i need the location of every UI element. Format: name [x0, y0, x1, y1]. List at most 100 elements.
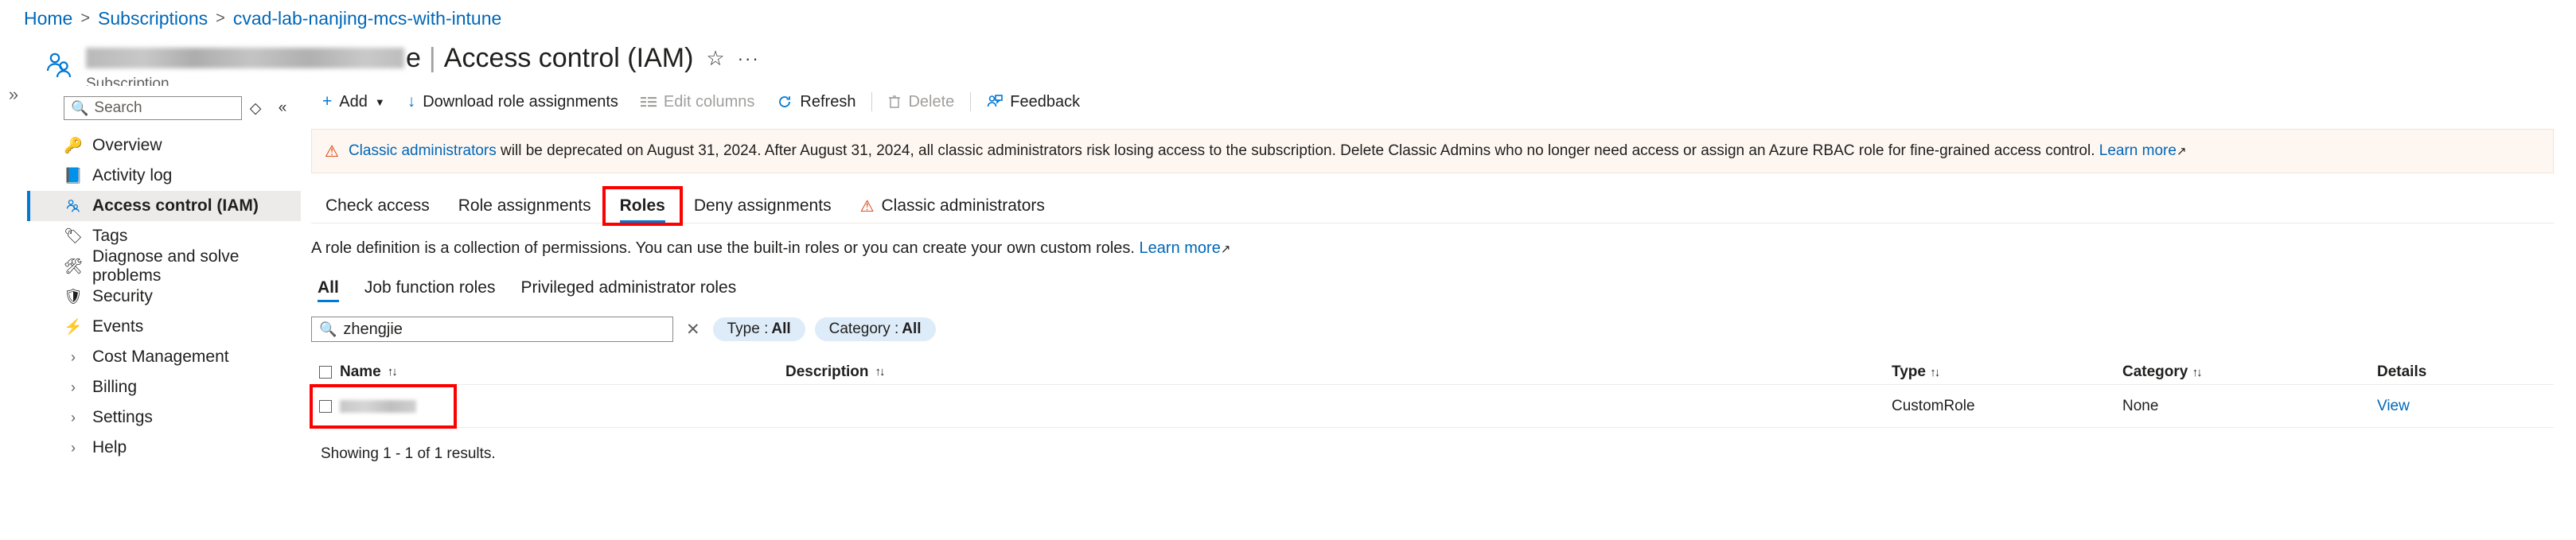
- column-header-category[interactable]: Category ↑↓: [2122, 363, 2377, 381]
- sidebar-item-label: Overview: [92, 136, 162, 155]
- access-control-icon: [64, 198, 83, 214]
- sidebar-item-label: Billing: [92, 378, 137, 397]
- chevron-right-icon: ›: [64, 410, 83, 426]
- column-header-type[interactable]: Type ↑↓: [1892, 363, 2122, 381]
- sidebar-item-overview[interactable]: 🔑 Overview: [27, 130, 301, 161]
- page-title-row: e | Access control (IAM) ☆ ···: [86, 43, 760, 74]
- command-toolbar: + Add ▼ ↓ Download role assignments: [302, 86, 2563, 118]
- sidebar-item-label: Cost Management: [92, 348, 229, 367]
- collapse-left-icon[interactable]: «: [269, 99, 296, 117]
- wrench-icon: 🛠: [64, 257, 83, 276]
- sidebar-item-billing[interactable]: › Billing: [27, 372, 301, 402]
- results-count: Showing 1 - 1 of 1 results.: [321, 445, 2554, 463]
- tab-check-access[interactable]: Check access: [311, 189, 444, 223]
- edit-columns-label: Edit columns: [664, 93, 755, 111]
- column-header-description[interactable]: Description ↑↓: [785, 363, 1892, 381]
- blade-content: + Add ▼ ↓ Download role assignments: [302, 86, 2576, 540]
- blade-titlebar: e | Access control (IAM) ☆ ··· Subscript…: [27, 37, 2576, 86]
- page-title-section: Access control (IAM): [444, 43, 694, 74]
- star-icon[interactable]: ☆: [706, 46, 724, 71]
- breadcrumb-item-subscription-name[interactable]: cvad-lab-nanjing-mcs-with-intune: [233, 8, 501, 29]
- chevron-right-icon: ›: [64, 440, 83, 456]
- redacted-subscription-name: [86, 48, 404, 68]
- cell-details: View: [2377, 398, 2520, 415]
- breadcrumb-item-subscriptions[interactable]: Subscriptions: [98, 8, 208, 29]
- portal-expand-rail[interactable]: »: [0, 37, 27, 540]
- column-header-label: Name: [340, 363, 381, 381]
- column-header-label: Details: [2377, 363, 2426, 380]
- search-icon: 🔍: [319, 321, 337, 338]
- redacted-role-name: [340, 400, 416, 413]
- activity-log-icon: 📘: [64, 166, 83, 185]
- tab-label: Role assignments: [458, 196, 591, 216]
- roles-search-input[interactable]: 🔍 zhengjie: [311, 317, 673, 342]
- sidebar-item-label: Security: [92, 287, 153, 306]
- view-role-link[interactable]: View: [2377, 398, 2410, 414]
- roles-search-value: zhengjie: [343, 321, 403, 339]
- sidebar-item-security[interactable]: 🛡 Security: [27, 282, 301, 312]
- subtab-label: Privileged administrator roles: [520, 278, 736, 297]
- sidebar-item-diagnose[interactable]: 🛠 Diagnose and solve problems: [27, 251, 301, 282]
- cell-category: None: [2122, 398, 2377, 415]
- download-button-label: Download role assignments: [423, 93, 618, 111]
- column-header-label: Description: [785, 363, 869, 381]
- subtab-privileged-administrator-roles[interactable]: Privileged administrator roles: [508, 274, 749, 302]
- page-title-separator: |: [429, 43, 436, 74]
- feedback-button[interactable]: Feedback: [976, 88, 1091, 115]
- external-link-icon: ↗: [1221, 243, 1231, 256]
- column-header-name[interactable]: Name ↑↓: [340, 363, 785, 381]
- tab-deny-assignments[interactable]: Deny assignments: [680, 189, 846, 223]
- filter-pill-value: All: [771, 321, 790, 338]
- ellipsis-icon[interactable]: ···: [738, 49, 760, 69]
- chevron-right-double-icon[interactable]: »: [9, 84, 18, 540]
- table-row[interactable]: CustomRole None View: [311, 385, 2554, 428]
- sidebar-item-activity-log[interactable]: 📘 Activity log: [27, 161, 301, 191]
- classic-admin-deprecation-banner: ⚠ Classic administrators will be depreca…: [311, 129, 2554, 173]
- tab-label: Check access: [325, 196, 430, 216]
- key-icon: 🔑: [64, 136, 83, 155]
- row-checkbox[interactable]: [319, 400, 332, 413]
- download-role-assignments-button[interactable]: ↓ Download role assignments: [396, 88, 629, 115]
- add-button[interactable]: + Add ▼: [311, 88, 396, 115]
- filter-pill-type[interactable]: Type : All: [713, 317, 805, 341]
- breadcrumb-item-home[interactable]: Home: [24, 8, 72, 29]
- select-all-cell: [311, 366, 340, 379]
- sort-updown-icon: ↑↓: [875, 365, 884, 379]
- column-header-label: Type: [1892, 363, 1926, 380]
- refresh-button[interactable]: Refresh: [766, 88, 867, 115]
- breadcrumb: Home > Subscriptions > cvad-lab-nanjing-…: [0, 0, 2576, 37]
- plus-icon: +: [322, 92, 332, 111]
- add-button-label: Add: [339, 93, 368, 111]
- sidebar-item-events[interactable]: ⚡ Events: [27, 312, 301, 342]
- tab-label: Classic administrators: [882, 196, 1045, 216]
- subtab-job-function-roles[interactable]: Job function roles: [352, 274, 509, 302]
- banner-classic-administrators-link[interactable]: Classic administrators: [349, 142, 497, 159]
- sidebar-item-cost-management[interactable]: › Cost Management: [27, 342, 301, 372]
- access-control-users-icon: [43, 43, 86, 87]
- column-header-label: Category: [2122, 363, 2188, 380]
- sidebar-item-label: Diagnose and solve problems: [92, 247, 301, 286]
- roles-learn-more-link[interactable]: Learn more: [1140, 239, 1221, 257]
- close-icon[interactable]: ✕: [683, 320, 703, 340]
- download-icon: ↓: [407, 92, 416, 111]
- sidebar-item-label: Access control (IAM): [92, 196, 259, 216]
- search-input[interactable]: 🔍 Search: [64, 96, 242, 120]
- tab-classic-administrators[interactable]: ⚠ Classic administrators: [846, 189, 1059, 223]
- sidebar-item-access-control[interactable]: Access control (IAM): [27, 191, 301, 221]
- breadcrumb-separator: >: [80, 10, 90, 28]
- filter-pill-category[interactable]: Category : All: [815, 317, 936, 341]
- sidebar-item-help[interactable]: › Help: [27, 433, 301, 463]
- sidebar-nav: 🔑 Overview 📘 Activity log: [27, 130, 301, 463]
- select-all-checkbox[interactable]: [319, 366, 332, 379]
- trash-icon: [888, 95, 901, 109]
- banner-learn-more-link[interactable]: Learn more: [2099, 142, 2177, 159]
- sidebar-item-settings[interactable]: › Settings: [27, 402, 301, 433]
- delete-button: Delete: [877, 88, 965, 115]
- tab-roles[interactable]: Roles: [606, 189, 680, 223]
- tab-role-assignments[interactable]: Role assignments: [444, 189, 606, 223]
- subtab-all[interactable]: All: [311, 274, 352, 302]
- banner-body: will be deprecated on August 31, 2024. A…: [497, 142, 2099, 159]
- sidebar-item-label: Help: [92, 438, 127, 457]
- sort-icon[interactable]: ◇: [242, 99, 269, 118]
- refresh-button-label: Refresh: [800, 93, 855, 111]
